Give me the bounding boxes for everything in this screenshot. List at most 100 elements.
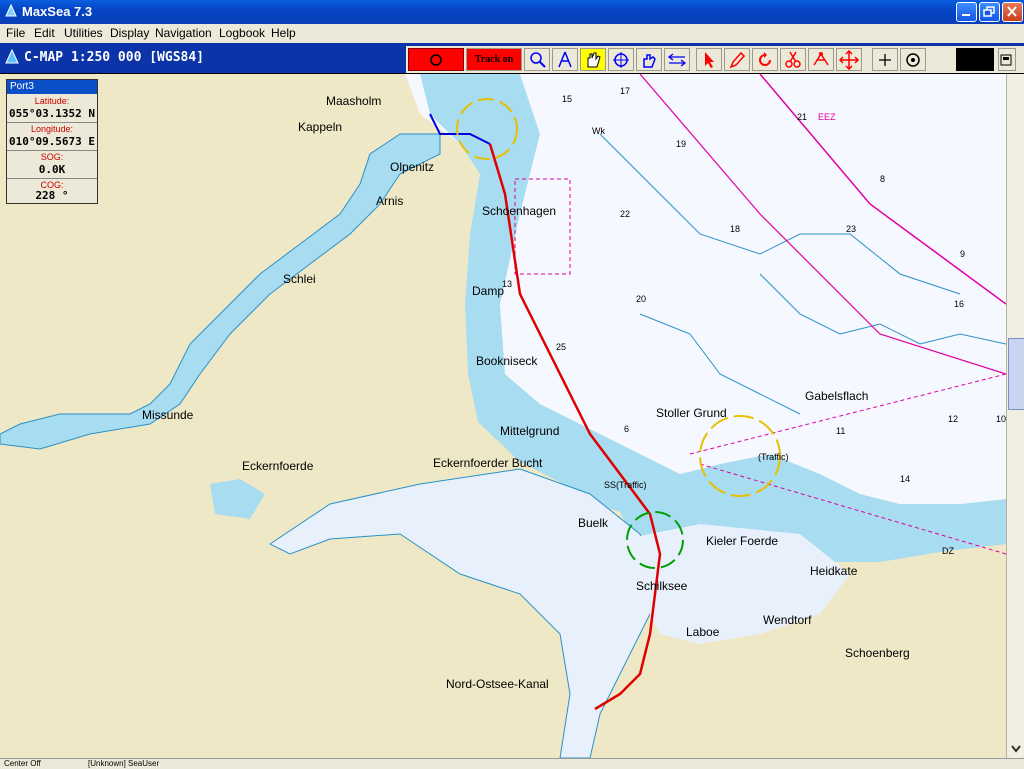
mark-button[interactable] [808, 48, 834, 71]
center-off-button[interactable]: Center Off [4, 759, 41, 768]
crosshair-icon [613, 52, 629, 68]
zoom-button[interactable] [524, 48, 550, 71]
crosshair-button[interactable] [608, 48, 634, 71]
dividers-icon [558, 51, 572, 68]
depth-sounding: 18 [730, 224, 741, 234]
menu-utilities[interactable]: Utilities [64, 26, 103, 40]
longitude-value: 010°09.5673 E [8, 135, 96, 148]
place-label: Wendtorf [763, 613, 812, 627]
pan-hand-button[interactable] [580, 48, 606, 71]
menu-help[interactable]: Help [271, 26, 296, 40]
move-arrows-icon [838, 49, 860, 71]
traffic-annotation: (Traffic) [758, 452, 789, 462]
place-label: Arnis [376, 194, 404, 208]
restore-icon [983, 6, 995, 17]
magnifier-icon [530, 52, 546, 68]
scissors-button[interactable] [780, 48, 806, 71]
depth-sounding: 23 [846, 224, 857, 234]
place-label: Kappeln [298, 120, 343, 134]
waypoint-icon [813, 52, 829, 66]
menu-bar: File Edit Utilities Display Navigation L… [0, 24, 1024, 43]
depth-sounding: 9 [960, 249, 966, 259]
close-button[interactable] [1002, 2, 1023, 22]
chart-scale-title: C-MAP 1:250 000 [WGS84] [24, 50, 205, 65]
grab-button[interactable] [636, 48, 662, 71]
record-button[interactable] [408, 48, 464, 71]
record-icon [430, 54, 442, 66]
route-button[interactable] [664, 48, 690, 71]
compass-button[interactable] [552, 48, 578, 71]
pencil-icon [729, 51, 746, 69]
menu-logbook[interactable]: Logbook [219, 26, 265, 40]
menu-navigation[interactable]: Navigation [155, 26, 212, 40]
nautical-chart-map[interactable]: Port3 Latitude: 055°03.1352 N Longitude:… [0, 74, 1006, 758]
place-label: Schoenberg [845, 646, 910, 660]
place-label: Damp [472, 284, 505, 298]
depth-sounding: 21 [797, 112, 808, 122]
place-label: Schlei [283, 272, 316, 286]
wreck-annotation: Wk [592, 126, 605, 136]
place-label: Buelk [578, 516, 609, 530]
target-icon [906, 53, 920, 67]
place-label: Heidkate [810, 564, 858, 578]
sog-label: SOG: [40, 152, 64, 162]
navigation-toolbar: Track on [406, 46, 1024, 73]
separator [7, 122, 97, 123]
rotate-button[interactable] [752, 48, 778, 71]
window-tile-button[interactable] [998, 48, 1016, 71]
depth-sounding: 11 [836, 426, 846, 436]
depth-sounding: 8 [880, 174, 886, 184]
depth-sounding: 20 [636, 294, 647, 304]
arrow-pointer-icon [705, 52, 714, 68]
target-button[interactable] [900, 48, 926, 71]
menu-edit[interactable]: Edit [34, 26, 55, 40]
depth-sounding: 25 [556, 342, 567, 352]
hand-icon [587, 52, 601, 68]
move-button[interactable] [836, 48, 862, 71]
place-label: Olpenitz [390, 160, 435, 174]
eez-annotation: EEZ [818, 112, 836, 122]
place-label: Eckernfoerde [242, 459, 314, 473]
gps-data-panel: Port3 Latitude: 055°03.1352 N Longitude:… [6, 79, 98, 204]
window-titlebar: MaxSea 7.3 [0, 0, 1024, 24]
latitude-value: 055°03.1352 N [8, 107, 96, 120]
depth-sounding: 12 [948, 414, 959, 424]
status-bar: Center Off [Unknown] SeaUser [0, 758, 1024, 769]
track-on-button[interactable]: Track on [466, 48, 522, 71]
place-label: Eckernfoerder Bucht [433, 456, 543, 470]
toolbar-black-button[interactable] [956, 48, 994, 71]
dz-annotation: DZ [942, 546, 954, 556]
place-label: Schilksee [636, 579, 688, 593]
depth-sounding: 14 [900, 474, 911, 484]
place-label: Schoenhagen [482, 204, 557, 218]
depth-sounding: 6 [624, 424, 630, 434]
depth-sounding: 15 [562, 94, 573, 104]
gps-panel-header: Port3 [7, 80, 97, 94]
place-label: Laboe [686, 625, 720, 639]
place-label: Stoller Grund [656, 406, 727, 420]
menu-display[interactable]: Display [110, 26, 149, 40]
sog-value: 0.0K [38, 163, 66, 176]
plus-button[interactable] [872, 48, 898, 71]
pencil-button[interactable] [724, 48, 750, 71]
vertical-scrollbar[interactable] [1006, 74, 1024, 758]
place-label: Missunde [142, 408, 194, 422]
scissors-icon [785, 51, 801, 68]
depth-sounding: 13 [502, 279, 513, 289]
depth-sounding: 19 [676, 139, 687, 149]
grab-hand-icon [643, 54, 656, 68]
restore-button[interactable] [979, 2, 1000, 22]
separator [7, 178, 97, 179]
close-icon [1007, 6, 1017, 17]
cog-value: 228 ° [35, 189, 69, 202]
depth-sounding: 17 [620, 86, 631, 96]
select-arrow-button[interactable] [696, 48, 722, 71]
minimize-button[interactable] [956, 2, 977, 22]
menu-file[interactable]: File [6, 26, 25, 40]
place-label: Mittelgrund [500, 424, 560, 438]
scroll-down-arrow-icon[interactable] [1008, 742, 1024, 756]
chart-window-icon [5, 49, 19, 64]
scrollbar-thumb[interactable] [1008, 338, 1024, 410]
depth-sounding: 16 [954, 299, 965, 309]
place-label: Maasholm [326, 94, 382, 108]
